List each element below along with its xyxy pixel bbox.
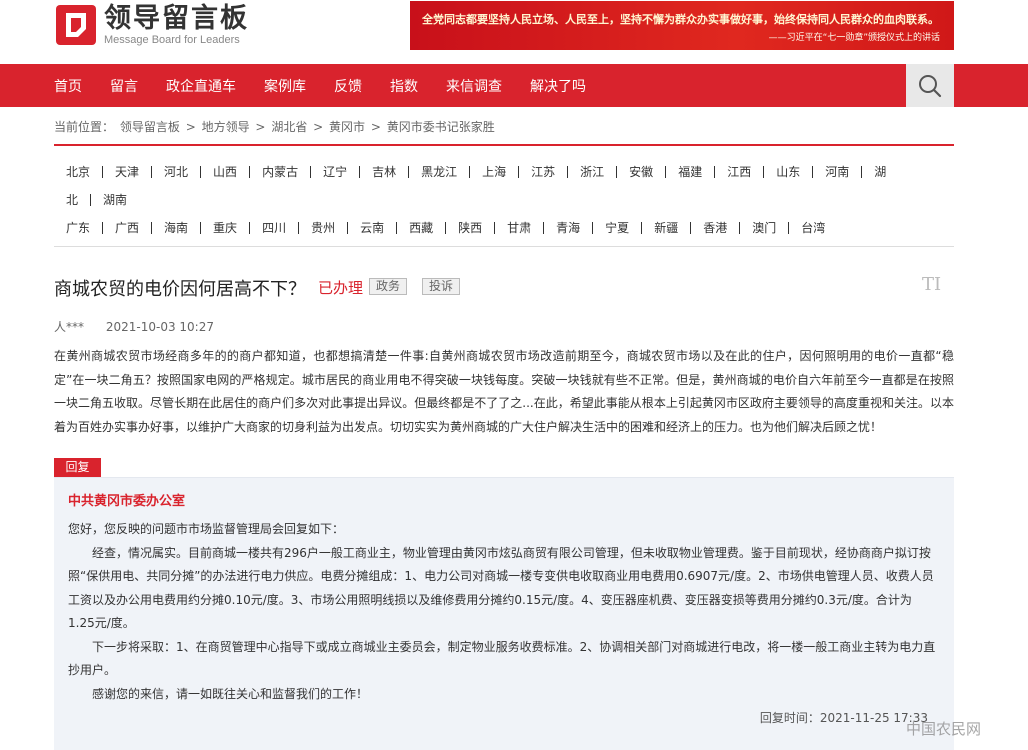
region-link[interactable]: 河北 — [152, 166, 202, 178]
region-link[interactable]: 广东 — [54, 222, 104, 234]
region-link[interactable]: 江苏 — [519, 166, 569, 178]
search-button[interactable] — [906, 64, 954, 107]
nav-index[interactable]: 指数 — [390, 76, 418, 96]
reply-paragraph: 感谢您的来信，请一如既往关心和监督我们的工作！ — [92, 686, 369, 701]
tag-government[interactable]: 政务 — [369, 278, 408, 295]
region-link[interactable]: 黑龙江 — [409, 166, 471, 178]
font-size-toggle-icon[interactable]: TI — [922, 274, 941, 295]
logo-icon — [54, 3, 98, 47]
site-logo[interactable]: 领导留言板 Message Board for Leaders — [54, 2, 249, 48]
nav-resolved[interactable]: 解决了吗 — [530, 76, 586, 96]
message-title: 商城农贸的电价因何居高不下？ — [54, 279, 306, 300]
divider — [54, 144, 954, 146]
breadcrumb: 当前位置： 领导留言板 > 地方领导 > 湖北省 > 黄冈市 > 黄冈市委书记张… — [54, 118, 497, 135]
logo-title: 领导留言板 — [104, 2, 249, 34]
region-link[interactable]: 宁夏 — [593, 222, 643, 234]
reply-time: 回复时间：2021-11-25 17:33 — [760, 709, 928, 726]
breadcrumb-separator: > — [255, 120, 266, 134]
author: 人*** — [54, 320, 85, 334]
region-link[interactable]: 浙江 — [568, 166, 618, 178]
tag-complaint[interactable]: 投诉 — [422, 278, 461, 295]
region-link[interactable]: 广西 — [103, 222, 153, 234]
breadcrumb-item-city[interactable]: 黄冈市 — [329, 120, 365, 134]
region-selector: 北京 天津 河北 山西 内蒙古 辽宁 吉林 黑龙江 上海 江苏 浙江 安徽 福建 江西 山东 河南湖 北湖南 … — [54, 158, 954, 242]
reply-paragraph: 下一步将采取：1、在商贸管理中心指导下或成立商城业主委员会，制定物业服务收费标准… — [68, 639, 936, 678]
region-link[interactable]: 辽宁 — [311, 166, 361, 178]
region-row: 广东 广西 海南 重庆 四川 贵州 云南 西藏 陕西 甘肃 青海 宁夏 新疆 香港 澳门 台湾 — [54, 214, 954, 242]
site-header: 领导留言板 Message Board for Leaders 全党同志都要坚持… — [0, 0, 1028, 64]
region-link[interactable]: 北京 — [54, 166, 104, 178]
message-content: 在黄州商城农贸市场经商多年的的商户都知道，也都想搞清楚一件事:自黄州商城农贸市场… — [54, 349, 954, 434]
status-badge: 已办理 — [318, 279, 364, 297]
region-link[interactable]: 上海 — [470, 166, 520, 178]
nav-feedback[interactable]: 反馈 — [334, 76, 362, 96]
reply-paragraph: 您好，您反映的问题市市场监督管理局会回复如下： — [68, 522, 345, 536]
nav-home[interactable]: 首页 — [54, 76, 82, 96]
nav-enterprise[interactable]: 政企直通车 — [166, 76, 236, 96]
region-link[interactable]: 云南 — [348, 222, 398, 234]
breadcrumb-item-local[interactable]: 地方领导 — [202, 120, 250, 134]
main-nav: 首页 留言 政企直通车 案例库 反馈 指数 来信调查 解决了吗 — [0, 64, 1028, 107]
region-link[interactable]: 安徽 — [617, 166, 667, 178]
region-link[interactable]: 香港 — [691, 222, 741, 234]
region-link[interactable]: 吉林 — [360, 166, 410, 178]
reply-body: 您好，您反映的问题市市场监督管理局会回复如下： 经查，情况属实。目前商城一楼共有… — [68, 518, 938, 706]
nav-message[interactable]: 留言 — [110, 76, 138, 96]
logo-subtitle: Message Board for Leaders — [104, 33, 240, 46]
breadcrumb-prefix: 当前位置： — [54, 120, 115, 134]
region-link[interactable]: 河南 — [813, 166, 863, 178]
reply-panel: 中共黄冈市委办公室 您好，您反映的问题市市场监督管理局会回复如下： 经查，情况属… — [54, 477, 954, 750]
region-link[interactable]: 重庆 — [201, 222, 251, 234]
region-link[interactable]: 海南 — [152, 222, 202, 234]
slogan-banner: 全党同志都要坚持人民立场、人民至上，坚持不懈为群众办实事做好事，始终保持同人民群… — [410, 1, 954, 50]
breadcrumb-item-province[interactable]: 湖北省 — [271, 120, 307, 134]
nav-cases[interactable]: 案例库 — [264, 76, 306, 96]
region-link[interactable]: 台湾 — [789, 222, 837, 234]
region-link[interactable]: 福建 — [666, 166, 716, 178]
post-date: 2021-10-03 10:27 — [105, 320, 214, 334]
search-icon — [919, 75, 942, 98]
divider — [54, 246, 954, 247]
reply-paragraph: 经查，情况属实。目前商城一楼共有296户一般工商业主，物业管理由黄冈市炫弘商贸有… — [68, 545, 934, 631]
breadcrumb-separator: > — [313, 120, 324, 134]
region-link[interactable]: 山东 — [764, 166, 814, 178]
region-link[interactable]: 北 — [54, 194, 92, 206]
region-row: 北京 天津 河北 山西 内蒙古 辽宁 吉林 黑龙江 上海 江苏 浙江 安徽 福建 江西 山东 河南湖 — [54, 158, 954, 186]
region-link[interactable]: 天津 — [103, 166, 153, 178]
breadcrumb-separator: > — [185, 120, 196, 134]
banner-slogan: 全党同志都要坚持人民立场、人民至上，坚持不懈为群众办实事做好事，始终保持同人民群… — [422, 13, 939, 26]
breadcrumb-item-board[interactable]: 领导留言板 — [120, 120, 180, 134]
region-link[interactable]: 甘肃 — [495, 222, 545, 234]
breadcrumb-item-leader[interactable]: 黄冈市委书记张家胜 — [387, 120, 495, 134]
region-link[interactable]: 贵州 — [299, 222, 349, 234]
reply-label: 回复 — [54, 458, 101, 477]
region-link[interactable]: 内蒙古 — [250, 166, 312, 178]
breadcrumb-separator: > — [370, 120, 381, 134]
banner-source: ——习近平在“七一勋章”颁授仪式上的讲话 — [768, 33, 940, 43]
region-link[interactable]: 陕西 — [446, 222, 496, 234]
region-link[interactable]: 山西 — [201, 166, 251, 178]
message-meta: 人*** 2021-10-03 10:27 — [54, 318, 214, 335]
reply-organization: 中共黄冈市委办公室 — [68, 494, 186, 509]
nav-survey[interactable]: 来信调查 — [446, 76, 502, 96]
region-link[interactable]: 湖南 — [91, 194, 139, 206]
region-link[interactable]: 西藏 — [397, 222, 447, 234]
region-link[interactable]: 青海 — [544, 222, 594, 234]
region-row: 北湖南 — [54, 186, 954, 214]
region-link[interactable]: 四川 — [250, 222, 300, 234]
site-watermark: 中国农民网 — [906, 720, 982, 738]
region-link[interactable]: 湖 — [862, 166, 898, 178]
reply-time-label: 回复时间： — [759, 711, 820, 725]
region-link[interactable]: 江西 — [715, 166, 765, 178]
region-link[interactable]: 新疆 — [642, 222, 692, 234]
region-link[interactable]: 澳门 — [740, 222, 790, 234]
